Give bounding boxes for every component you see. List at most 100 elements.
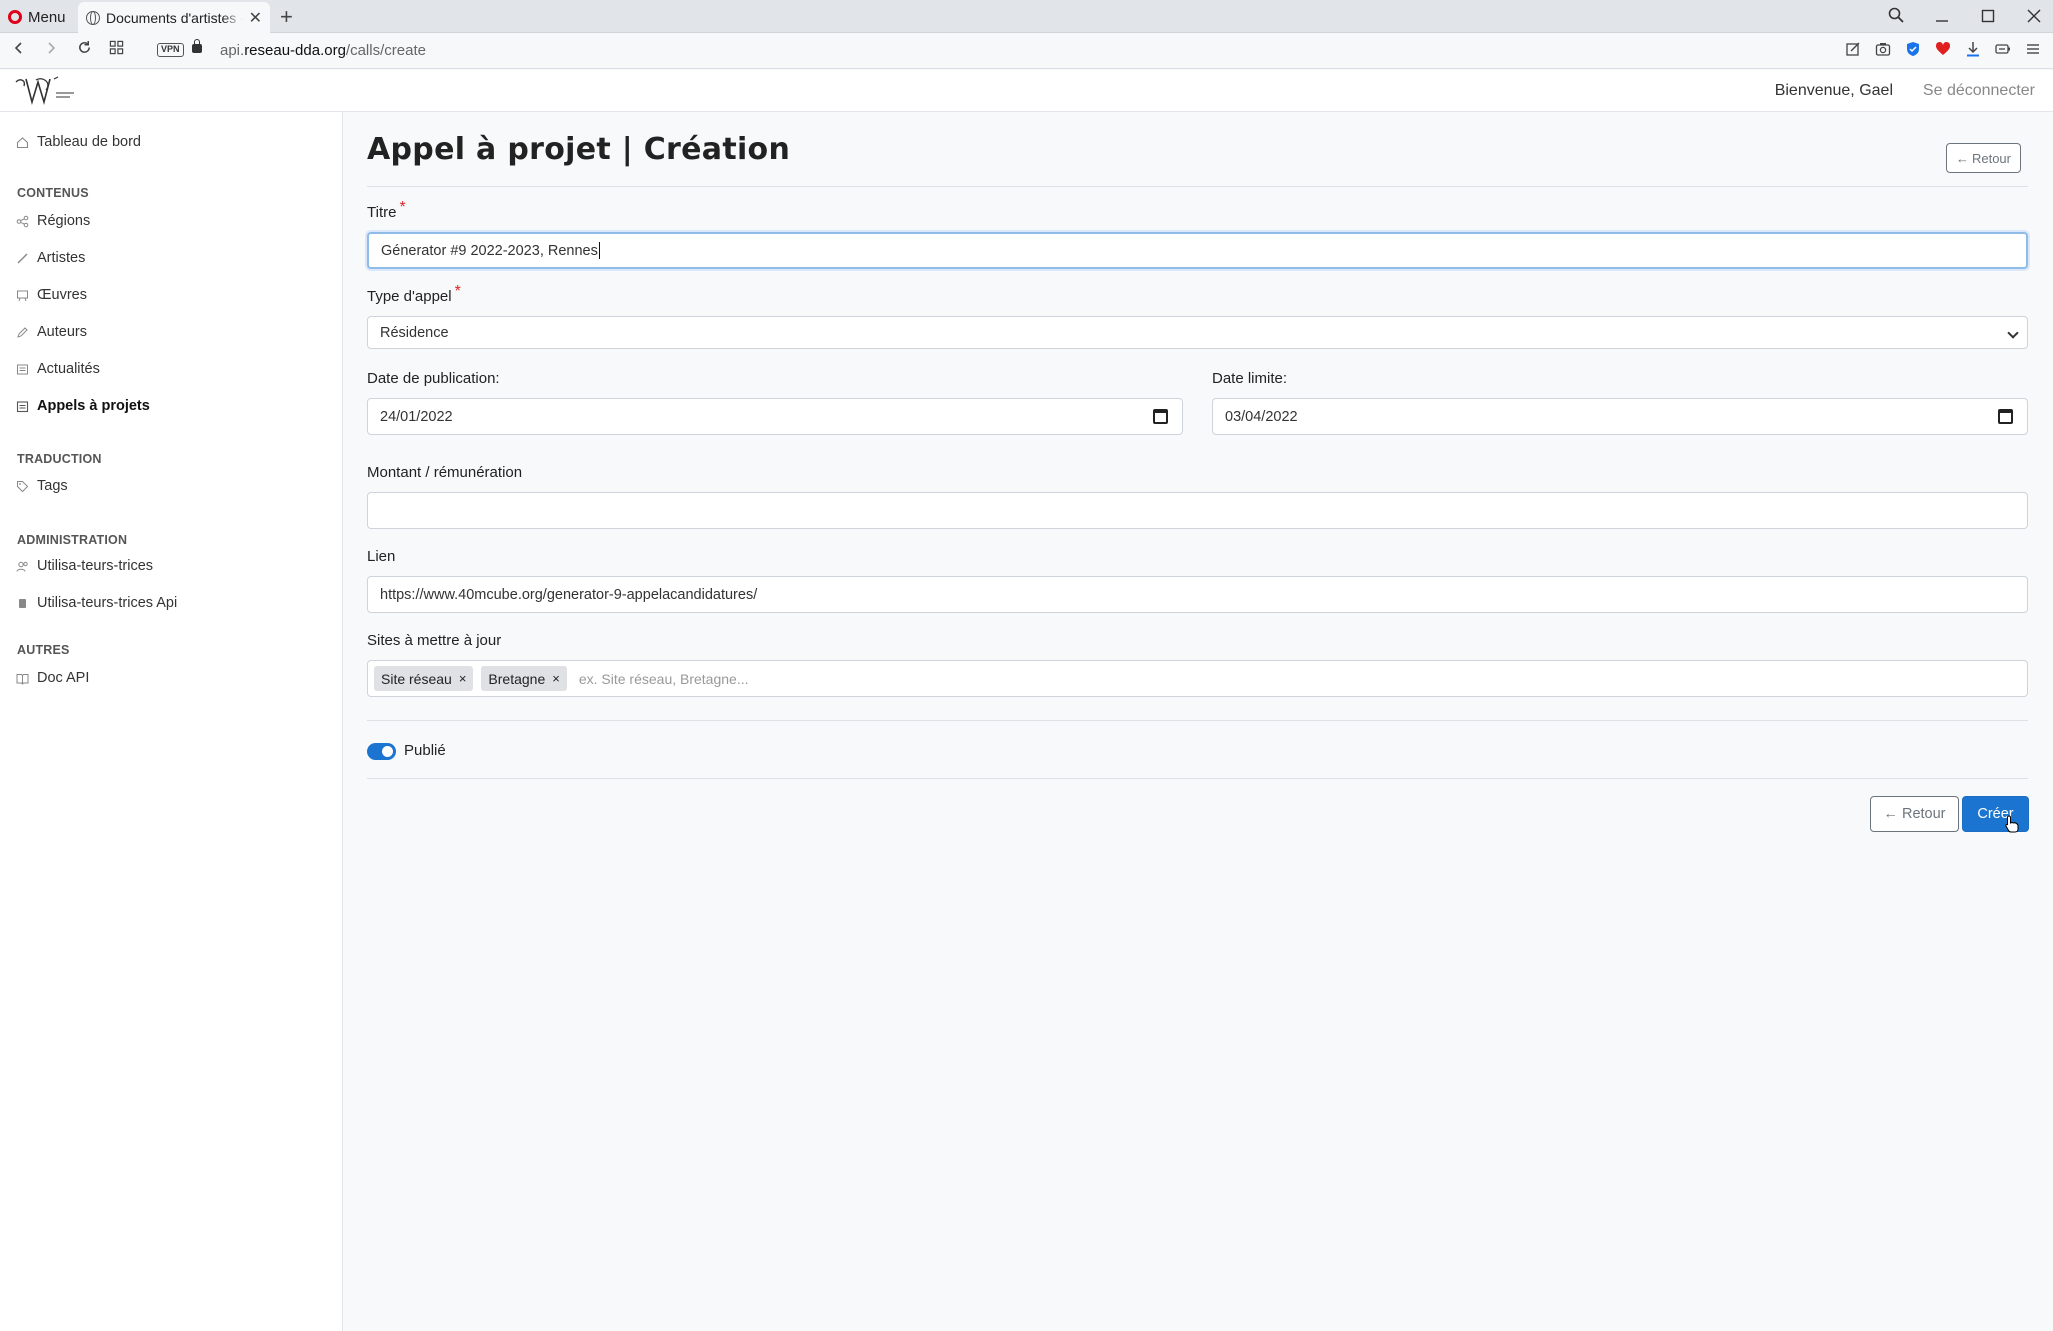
calendar-list-icon <box>16 400 29 413</box>
main-content: Appel à projet | Création ← Retour Titre… <box>344 112 2053 1331</box>
sites-tag-input[interactable]: Site réseau × Bretagne × ex. Site réseau… <box>367 660 2028 697</box>
sidebar-section-title: ADMINISTRATION <box>17 533 128 547</box>
shield-icon[interactable] <box>1905 41 1921 57</box>
sidebar-item-label: Régions <box>37 213 91 229</box>
amount-label: Montant / rémunération <box>367 464 523 481</box>
remove-tag-icon[interactable]: × <box>552 671 560 686</box>
sidebar-section-title: TRADUCTION <box>17 452 102 466</box>
close-window-icon[interactable] <box>2025 7 2043 28</box>
sidebar-item-regions[interactable]: Régions <box>16 213 90 229</box>
welcome-text: Bienvenue, Gael <box>1774 82 1893 99</box>
browser-extensions <box>1845 41 2041 57</box>
maximize-icon[interactable] <box>1979 7 1997 28</box>
arrow-left-icon: ← <box>1955 150 1969 166</box>
sidebar-item-actualites[interactable]: Actualités <box>16 361 100 377</box>
window-controls <box>1887 2 2043 32</box>
sidebar-item-tags[interactable]: Tags <box>16 478 68 494</box>
globe-icon <box>86 10 100 25</box>
deadline-label: Date limite: <box>1212 370 1288 387</box>
vpn-badge[interactable]: VPN <box>157 43 184 57</box>
close-tab-icon[interactable]: ✕ <box>249 8 262 28</box>
type-select[interactable]: Résidence <box>367 316 2028 349</box>
book-icon <box>16 672 29 685</box>
easel-icon <box>16 289 29 302</box>
sidebar-item-utilisateurs[interactable]: Utilisa-teurs-trices <box>16 558 153 574</box>
download-icon[interactable] <box>1965 41 1981 57</box>
tab-title: Documents d'artistes - A <box>106 9 243 26</box>
divider <box>367 186 2028 187</box>
pub-date-value: 24/01/2022 <box>380 408 453 425</box>
browser-tabbar: Menu Documents d'artistes - A ✕ + <box>0 0 2053 33</box>
sidebar: Tableau de bord CONTENUS Régions Artiste… <box>0 112 343 1331</box>
type-select-value: Résidence <box>380 324 449 341</box>
opera-logo-icon <box>8 10 22 24</box>
camera-icon[interactable] <box>1875 41 1891 57</box>
browser-address-bar: VPN api.reseau-dda.org/calls/create <box>0 33 2053 69</box>
sidebar-item-label: Utilisa-teurs-trices Api <box>37 595 178 611</box>
minimize-icon[interactable] <box>1933 7 1951 28</box>
back-button-top[interactable]: ← Retour <box>1945 143 2021 173</box>
divider <box>367 778 2028 779</box>
back-arrow-icon[interactable] <box>8 39 30 60</box>
sidebar-item-label: Tableau de bord <box>37 134 141 150</box>
battery-saver-icon[interactable] <box>1995 41 2011 57</box>
back-button[interactable]: ← Retour <box>1870 796 1959 832</box>
speed-dial-icon[interactable] <box>105 39 127 60</box>
title-label: Titre * <box>367 199 406 221</box>
search-tabs-icon[interactable] <box>1887 7 1905 28</box>
sidebar-item-auteurs[interactable]: Auteurs <box>16 324 87 340</box>
home-icon <box>16 136 29 149</box>
lock-icon[interactable] <box>192 39 202 53</box>
sidebar-item-utilisateurs-api[interactable]: Utilisa-teurs-trices Api <box>16 595 177 611</box>
calendar-icon[interactable] <box>1998 409 2013 424</box>
tag-icon <box>16 480 29 493</box>
deadline-input[interactable]: 03/04/2022 <box>1212 398 2028 435</box>
sidebar-item-doc-api[interactable]: Doc API <box>16 670 89 686</box>
forward-arrow-icon[interactable] <box>40 39 62 60</box>
pub-date-label: Date de publication: <box>367 370 500 387</box>
reseau-dda-logo[interactable] <box>14 76 78 106</box>
reload-icon[interactable] <box>73 39 95 60</box>
sidebar-item-appels-a-projets[interactable]: Appels à projets <box>16 398 150 414</box>
link-input[interactable]: https://www.40mcube.org/generator-9-appe… <box>367 576 2028 613</box>
sidebar-item-dashboard[interactable]: Tableau de bord <box>16 134 141 150</box>
tag-label: Bretagne <box>488 670 546 687</box>
sidebar-item-label: Utilisa-teurs-trices <box>37 558 154 574</box>
easy-setup-icon[interactable] <box>2025 41 2041 57</box>
url-prefix: api. <box>220 42 245 59</box>
pen-icon <box>16 326 29 339</box>
sidebar-item-label: Auteurs <box>37 324 87 340</box>
browser-tab-active[interactable]: Documents d'artistes - A ✕ <box>78 2 270 33</box>
tag-label: Site réseau <box>381 670 452 687</box>
required-asterisk: * <box>454 283 461 300</box>
url-field[interactable]: api.reseau-dda.org/calls/create <box>220 42 426 59</box>
sidebar-item-artistes[interactable]: Artistes <box>16 250 85 266</box>
calendar-icon[interactable] <box>1153 409 1168 424</box>
url-path: /calls/create <box>345 42 426 59</box>
link-value: https://www.40mcube.org/generator-9-appe… <box>380 586 758 603</box>
page-title: Appel à projet | Création <box>367 132 791 167</box>
sidebar-item-oeuvres[interactable]: Œuvres <box>16 287 87 303</box>
edit-icon[interactable] <box>1845 41 1861 57</box>
tag-site-reseau: Site réseau × <box>374 666 474 691</box>
browser-menu-button[interactable]: Menu <box>8 6 66 28</box>
sidebar-section-title: CONTENUS <box>17 186 89 200</box>
sites-label: Sites à mettre à jour <box>367 632 502 649</box>
sidebar-item-label: Artistes <box>37 250 86 266</box>
newspaper-icon <box>16 363 29 376</box>
sites-placeholder[interactable]: ex. Site réseau, Bretagne... <box>579 671 749 687</box>
logout-link[interactable]: Se déconnecter <box>1923 82 2035 100</box>
heart-icon[interactable] <box>1935 41 1951 57</box>
browser-menu-label: Menu <box>28 8 66 26</box>
sidebar-section-title: AUTRES <box>17 643 70 657</box>
published-toggle[interactable] <box>367 743 396 760</box>
amount-input[interactable] <box>367 492 2028 529</box>
remove-tag-icon[interactable]: × <box>459 671 467 686</box>
app-header: Bienvenue, Gael Se déconnecter <box>0 70 2053 112</box>
back-button-label: Retour <box>1971 150 2011 166</box>
divider <box>367 720 2028 721</box>
new-tab-button[interactable]: + <box>280 4 293 30</box>
title-input[interactable]: Génerator #9 2022-2023, Rennes <box>367 232 2028 269</box>
pub-date-input[interactable]: 24/01/2022 <box>367 398 1183 435</box>
arrow-left-icon: ← <box>1883 806 1898 822</box>
